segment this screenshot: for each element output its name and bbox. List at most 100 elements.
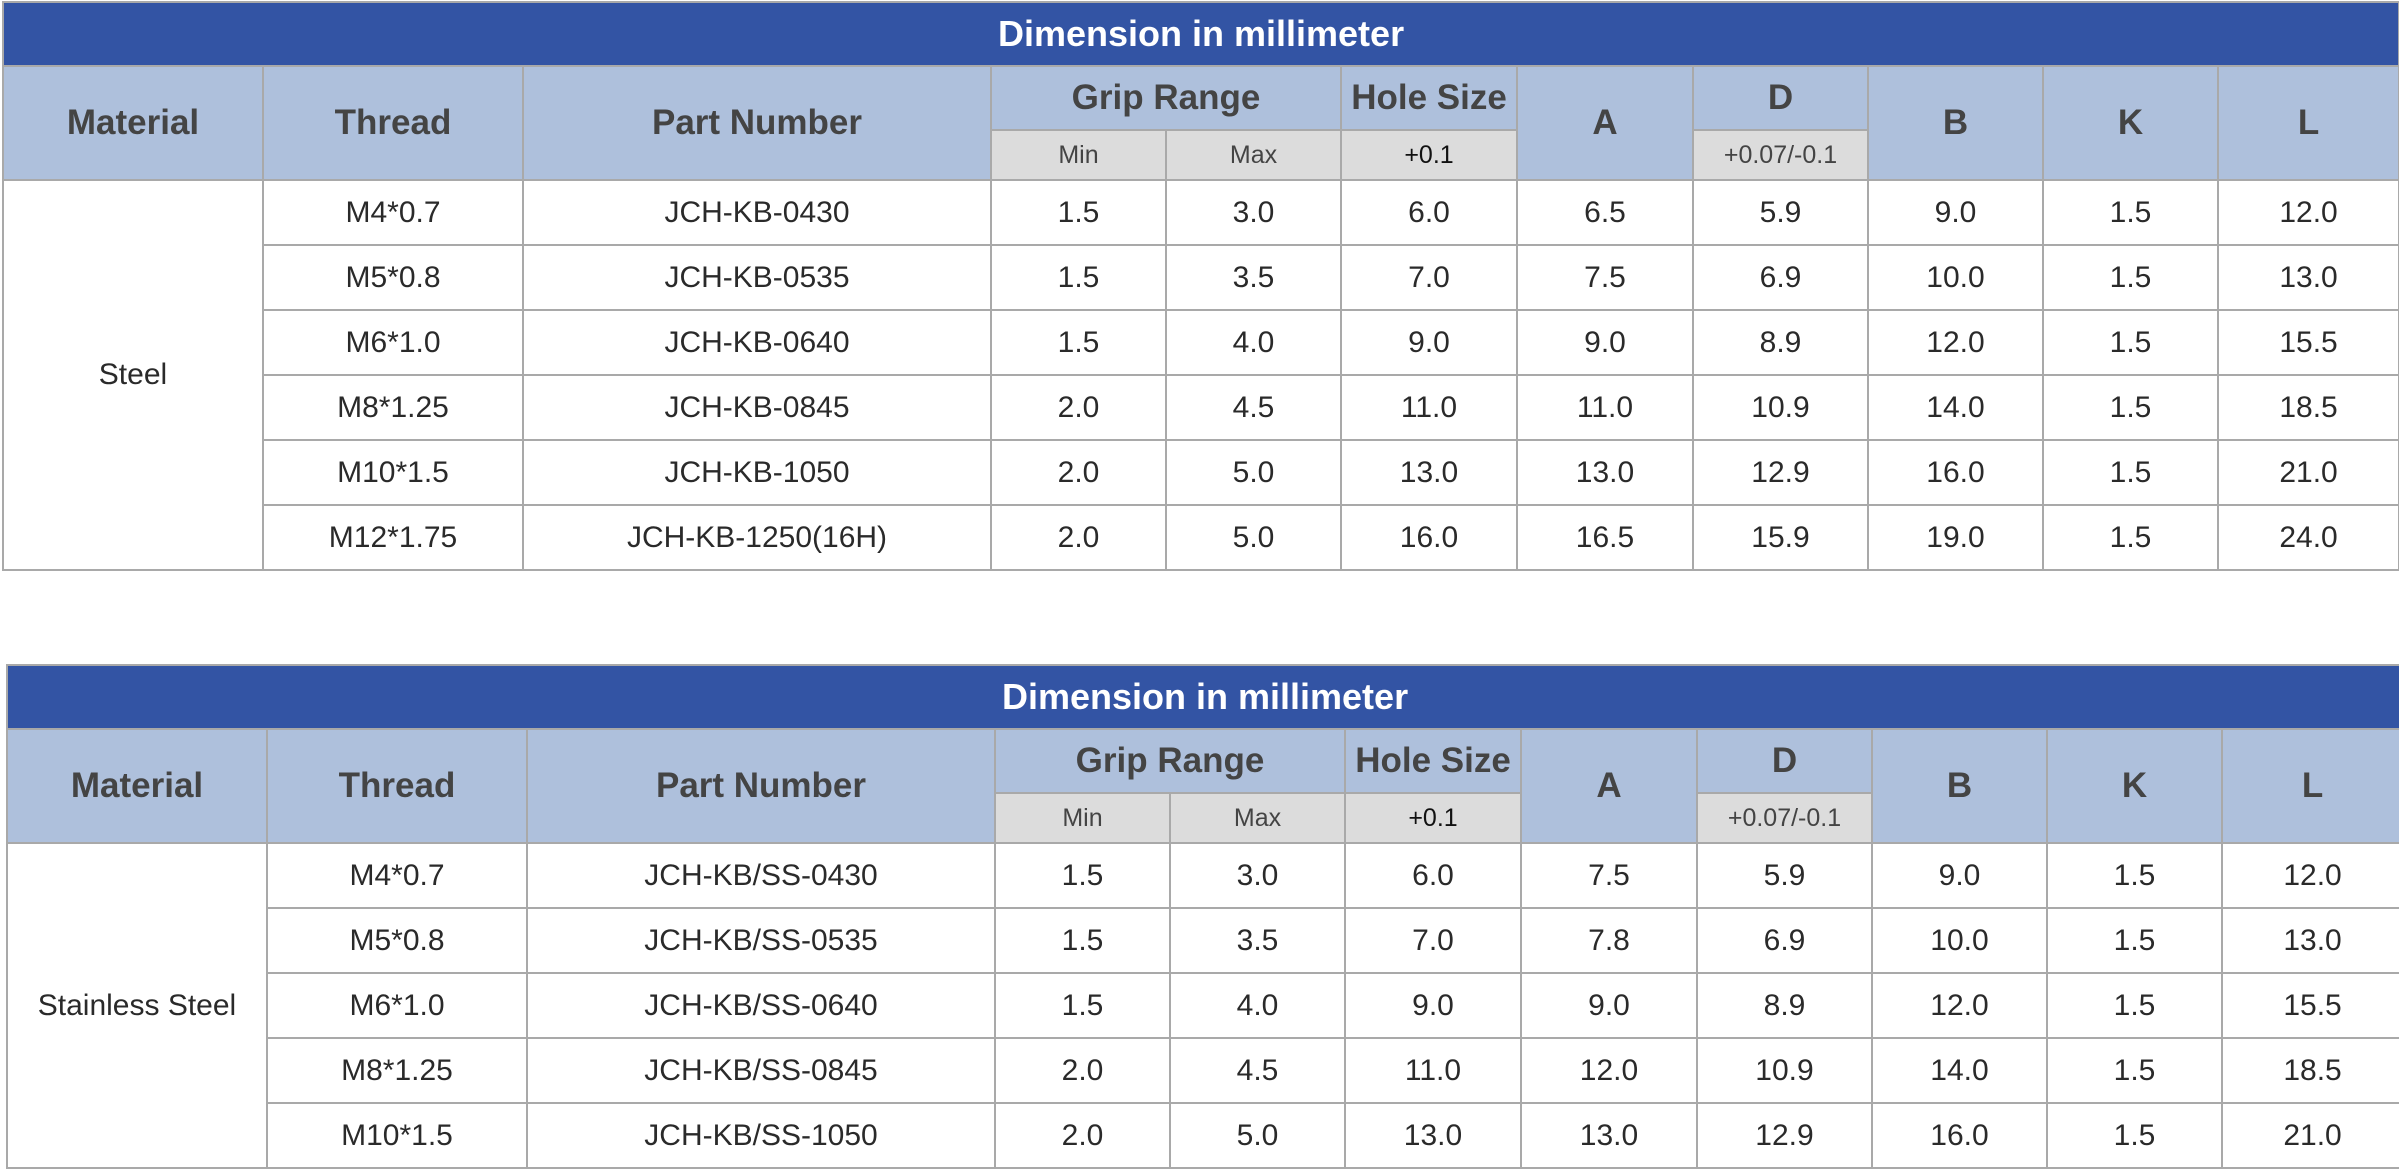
grip-min-cell: 2.0 — [990, 504, 1167, 571]
table-row: M6*1.0 JCH-KB/SS-0640 1.5 4.0 9.0 9.0 8.9 12.0 1… — [7, 972, 2399, 1039]
a-cell: 7.8 — [1520, 907, 1698, 974]
b-cell: 12.0 — [1867, 309, 2044, 376]
a-cell: 9.0 — [1520, 972, 1698, 1039]
b-cell: 10.0 — [1871, 907, 2048, 974]
grip-max-cell: 3.5 — [1165, 244, 1342, 311]
header-grip-range: Grip Range — [994, 728, 1346, 794]
header-grip-min: Min — [994, 792, 1171, 844]
thread-cell: M8*1.25 — [262, 374, 524, 441]
grip-max-cell: 5.0 — [1165, 504, 1342, 571]
thread-cell: M8*1.25 — [266, 1037, 528, 1104]
grip-max-cell: 4.5 — [1165, 374, 1342, 441]
l-cell: 12.0 — [2216, 179, 2399, 246]
header-material: Material — [2, 65, 264, 181]
header-hole-tolerance: +0.1 — [1344, 792, 1522, 844]
grip-max-cell: 4.0 — [1169, 972, 1346, 1039]
a-cell: 12.0 — [1520, 1037, 1698, 1104]
l-cell: 15.5 — [2220, 972, 2399, 1039]
part-number-cell: JCH-KB-1250(16H) — [522, 504, 992, 571]
b-cell: 19.0 — [1867, 504, 2044, 571]
hole-size-cell: 13.0 — [1340, 439, 1518, 506]
grip-max-cell: 5.0 — [1165, 439, 1342, 506]
thread-cell: M6*1.0 — [262, 309, 524, 376]
header-k: K — [2042, 65, 2219, 181]
material-cell: Steel — [2, 179, 264, 571]
d-cell: 8.9 — [1692, 309, 1869, 376]
material-cell: Stainless Steel — [6, 842, 268, 1169]
header-part-number: Part Number — [526, 728, 996, 844]
table-title: Dimension in millimeter — [1, 1, 2399, 67]
grip-min-cell: 2.0 — [990, 439, 1167, 506]
hole-size-cell: 9.0 — [1344, 972, 1522, 1039]
part-number-cell: JCH-KB-0430 — [522, 179, 992, 246]
header-l: L — [2220, 728, 2399, 844]
k-cell: 1.5 — [2046, 1037, 2223, 1104]
d-cell: 6.9 — [1696, 907, 1873, 974]
table-title: Dimension in millimeter — [5, 664, 2399, 730]
header-d: D — [1696, 728, 1873, 794]
header-d: D — [1692, 65, 1869, 131]
header-b: B — [1871, 728, 2048, 844]
a-cell: 16.5 — [1516, 504, 1694, 571]
k-cell: 1.5 — [2042, 179, 2219, 246]
header-k: K — [2046, 728, 2223, 844]
grip-max-cell: 5.0 — [1169, 1102, 1346, 1169]
d-cell: 10.9 — [1696, 1037, 1873, 1104]
b-cell: 9.0 — [1871, 842, 2048, 909]
hole-size-cell: 6.0 — [1344, 842, 1522, 909]
part-number-cell: JCH-KB-0535 — [522, 244, 992, 311]
thread-cell: M5*0.8 — [262, 244, 524, 311]
l-cell: 13.0 — [2216, 244, 2399, 311]
header-hole-size: Hole Size — [1344, 728, 1522, 794]
d-cell: 8.9 — [1696, 972, 1873, 1039]
l-cell: 18.5 — [2216, 374, 2399, 441]
part-number-cell: JCH-KB/SS-0640 — [526, 972, 996, 1039]
b-cell: 9.0 — [1867, 179, 2044, 246]
l-cell: 13.0 — [2220, 907, 2399, 974]
grip-min-cell: 2.0 — [994, 1037, 1171, 1104]
header-thread: Thread — [262, 65, 524, 181]
d-cell: 12.9 — [1692, 439, 1869, 506]
table-body: Stainless Steel M4*0.7 JCH-KB/SS-0430 1.5 3.… — [6, 842, 2399, 1169]
grip-min-cell: 2.0 — [994, 1102, 1171, 1169]
grip-min-cell: 1.5 — [994, 972, 1171, 1039]
b-cell: 16.0 — [1867, 439, 2044, 506]
part-number-cell: JCH-KB/SS-0845 — [526, 1037, 996, 1104]
hole-size-cell: 7.0 — [1344, 907, 1522, 974]
k-cell: 1.5 — [2046, 907, 2223, 974]
table-row: Steel M4*0.7 JCH-KB-0430 1.5 3.0 6.0 6.5 5.9 9.0… — [2, 179, 2399, 571]
grip-max-cell: 3.0 — [1169, 842, 1346, 909]
table-row: Stainless Steel M4*0.7 JCH-KB/SS-0430 1.5 3.… — [6, 842, 2399, 1169]
d-cell: 15.9 — [1692, 504, 1869, 571]
d-cell: 5.9 — [1692, 179, 1869, 246]
a-cell: 13.0 — [1520, 1102, 1698, 1169]
table-row: M6*1.0 JCH-KB-0640 1.5 4.0 9.0 9.0 8.9 12.0 1.5 1… — [3, 309, 2399, 376]
k-cell: 1.5 — [2042, 374, 2219, 441]
part-number-cell: JCH-KB-0640 — [522, 309, 992, 376]
table-row: M5*0.8 JCH-KB/SS-0535 1.5 3.5 7.0 7.8 6.9 10.0 1… — [7, 907, 2399, 974]
b-cell: 16.0 — [1871, 1102, 2048, 1169]
header-part-number: Part Number — [522, 65, 992, 181]
thread-cell: M10*1.5 — [262, 439, 524, 506]
header-l: L — [2216, 65, 2399, 181]
table-row: M12*1.75 JCH-KB-1250(16H) 2.0 5.0 16.0 16.5 15… — [3, 504, 2399, 571]
header-hole-tolerance: +0.1 — [1340, 129, 1518, 181]
l-cell: 18.5 — [2220, 1037, 2399, 1104]
grip-min-cell: 2.0 — [990, 374, 1167, 441]
thread-cell: M10*1.5 — [266, 1102, 528, 1169]
k-cell: 1.5 — [2046, 1102, 2223, 1169]
header-hole-size: Hole Size — [1340, 65, 1518, 131]
header-grip-max: Max — [1169, 792, 1346, 844]
k-cell: 1.5 — [2042, 309, 2219, 376]
grip-max-cell: 3.5 — [1169, 907, 1346, 974]
header-a: A — [1520, 728, 1698, 844]
a-cell: 7.5 — [1520, 842, 1698, 909]
thread-cell: M5*0.8 — [266, 907, 528, 974]
table-body: Steel M4*0.7 JCH-KB-0430 1.5 3.0 6.0 6.5 5.9 9.0… — [2, 179, 2399, 571]
hole-size-cell: 7.0 — [1340, 244, 1518, 311]
d-cell: 10.9 — [1692, 374, 1869, 441]
table-row: M8*1.25 JCH-KB-0845 2.0 4.5 11.0 11.0 10.9 14.0… — [3, 374, 2399, 441]
hole-size-cell: 16.0 — [1340, 504, 1518, 571]
k-cell: 1.5 — [2046, 972, 2223, 1039]
k-cell: 1.5 — [2042, 504, 2219, 571]
